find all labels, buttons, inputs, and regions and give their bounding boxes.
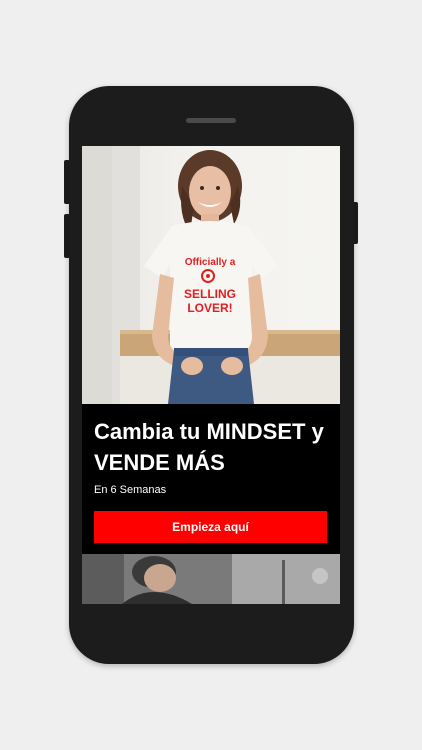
hero-subline: En 6 Semanas <box>94 484 167 496</box>
phone-screen: Officially a SELLING LOVER! Cambia tu MI… <box>82 146 340 604</box>
phone-speaker-icon <box>186 118 236 123</box>
second-section-image <box>82 554 340 604</box>
shirt-print-line2: SELLING <box>184 287 236 301</box>
shirt-print-line1: Officially a <box>185 257 236 268</box>
shirt-print-line3: LOVER! <box>187 301 232 315</box>
start-here-button[interactable]: Empieza aquí <box>94 511 327 543</box>
hero-photo-illustration: Officially a SELLING LOVER! <box>82 146 340 404</box>
hero-content: Cambia tu MINDSET y VENDE MÁS En 6 Seman… <box>82 404 340 554</box>
app-store-preview: Officially a SELLING LOVER! Cambia tu MI… <box>0 0 422 750</box>
second-photo-illustration <box>82 554 340 604</box>
hero-headline: Cambia tu MINDSET y VENDE MÁS <box>94 419 324 475</box>
hero-image: Officially a SELLING LOVER! <box>82 146 340 404</box>
